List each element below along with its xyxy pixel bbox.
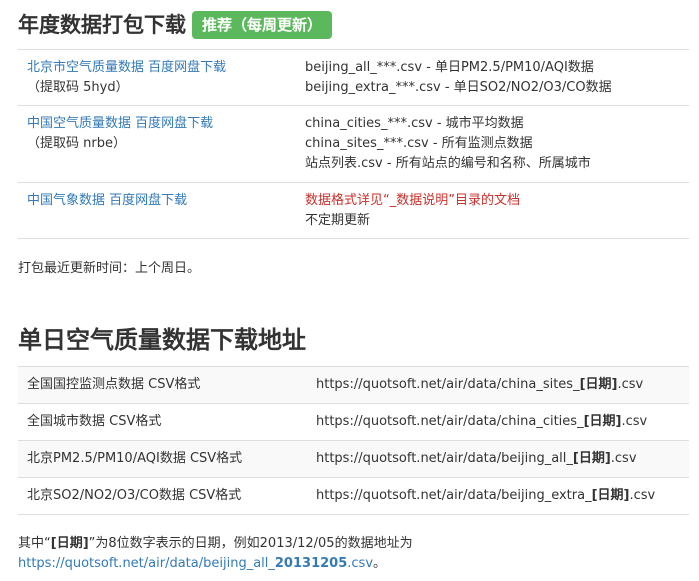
file-desc: china_cities_***.csv - 城市平均数据 xyxy=(305,116,524,131)
recommend-badge: 推荐（每周更新） xyxy=(192,11,333,39)
footer-note: 其中“[日期]”为8位数字表示的日期，例如2013/12/05的数据地址为 ht… xyxy=(18,536,413,571)
row-url: https://quotsoft.net/air/data/china_citi… xyxy=(316,414,648,429)
file-desc: china_sites_***.csv - 所有监测点数据 xyxy=(305,136,533,151)
table-row: 北京SO2/NO2/O3/CO数据 CSV格式 https://quotsoft… xyxy=(18,477,689,515)
file-desc: beijing_extra_***.csv - 单日SO2/NO2/O3/CO数… xyxy=(305,80,612,95)
weather-download-link[interactable]: 中国气象数据 百度网盘下载 xyxy=(27,193,187,208)
row-url: https://quotsoft.net/air/data/china_site… xyxy=(316,377,644,392)
beijing-download-link[interactable]: 北京市空气质量数据 百度网盘下载 xyxy=(27,60,226,75)
row-label: 北京PM2.5/PM10/AQI数据 CSV格式 xyxy=(27,451,243,466)
section-title-daily: 单日空气质量数据下载地址 xyxy=(18,326,306,354)
china-download-link[interactable]: 中国空气质量数据 百度网盘下载 xyxy=(27,116,213,131)
file-desc: 站点列表.csv - 所有站点的编号和名称、所属城市 xyxy=(305,156,591,171)
table-row: 北京市空气质量数据 百度网盘下载 （提取码 5hyd） beijing_all_… xyxy=(18,49,689,106)
row-label: 北京SO2/NO2/O3/CO数据 CSV格式 xyxy=(27,488,242,503)
row-label: 全国国控监测点数据 CSV格式 xyxy=(27,377,201,392)
date-placeholder: [日期] xyxy=(50,536,89,551)
file-desc: 不定期更新 xyxy=(305,213,371,228)
file-desc: beijing_all_***.csv - 单日PM2.5/PM10/AQI数据 xyxy=(305,60,594,75)
row-url: https://quotsoft.net/air/data/beijing_al… xyxy=(316,451,637,466)
section-title-annual: 年度数据打包下载 推荐（每周更新） xyxy=(18,11,333,39)
daily-url-table: 全国国控监测点数据 CSV格式 https://quotsoft.net/air… xyxy=(18,366,689,515)
table-row: 中国空气质量数据 百度网盘下载 （提取码 nrbe） china_cities_… xyxy=(18,105,689,183)
update-note: 打包最近更新时间：上个周日。 xyxy=(18,261,201,276)
row-url: https://quotsoft.net/air/data/beijing_ex… xyxy=(316,488,656,503)
row-label: 全国城市数据 CSV格式 xyxy=(27,414,162,429)
format-note: 数据格式详见“_数据说明”目录的文档 xyxy=(305,193,520,208)
table-row: 全国城市数据 CSV格式 https://quotsoft.net/air/da… xyxy=(18,403,689,441)
example-url-link[interactable]: https://quotsoft.net/air/data/beijing_al… xyxy=(18,556,373,571)
table-row: 全国国控监测点数据 CSV格式 https://quotsoft.net/air… xyxy=(18,366,689,404)
table-row: 中国气象数据 百度网盘下载 数据格式详见“_数据说明”目录的文档 不定期更新 xyxy=(18,182,689,239)
extract-code: （提取码 nrbe） xyxy=(27,136,126,151)
table-row: 北京PM2.5/PM10/AQI数据 CSV格式 https://quotsof… xyxy=(18,440,689,478)
annual-title-text: 年度数据打包下载 xyxy=(18,13,186,37)
extract-code: （提取码 5hyd） xyxy=(27,80,129,95)
annual-download-table: 北京市空气质量数据 百度网盘下载 （提取码 5hyd） beijing_all_… xyxy=(18,49,689,239)
